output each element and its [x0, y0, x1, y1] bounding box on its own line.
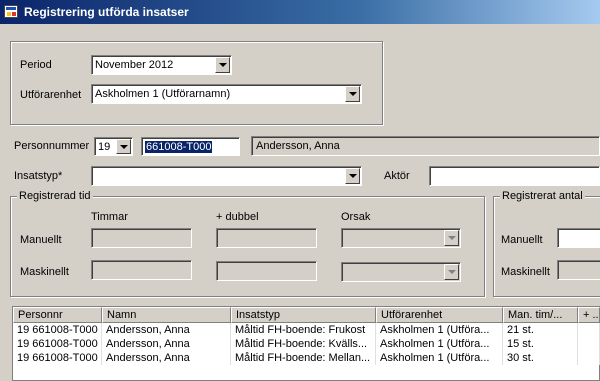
window-title: Registrering utförda insatser	[24, 5, 189, 19]
personnummer-label: Personnummer	[14, 140, 90, 152]
chevron-down-icon	[444, 230, 459, 246]
filter-group	[10, 41, 383, 125]
cell-dubbel	[578, 323, 600, 337]
cell-man-tim: 30 st.	[503, 351, 578, 365]
registrerat-antal-title: Registrerat antal	[500, 190, 585, 202]
antal-manuellt-input[interactable]	[557, 228, 600, 248]
orsak-col-label: Orsak	[341, 211, 371, 223]
cell-personnr: 19 661008-T000	[13, 351, 102, 365]
cell-man-tim: 15 st.	[503, 337, 578, 351]
registrerad-tid-title: Registrerad tid	[17, 190, 93, 202]
personnummer-value: 661008-T000	[145, 141, 213, 153]
antal-maskinellt-label: Maskinellt	[501, 266, 550, 278]
utforarenhet-label: Utförarenhet	[20, 89, 82, 101]
app-icon	[4, 5, 18, 18]
century-dropdown[interactable]: 19	[94, 137, 133, 156]
table-row[interactable]: 19 661008-T000 Andersson, Anna Måltid FH…	[13, 337, 600, 351]
cell-dubbel	[578, 337, 600, 351]
cell-namn: Andersson, Anna	[102, 337, 231, 351]
insatstyp-dropdown[interactable]	[91, 166, 362, 186]
cell-utforarenhet: Askholmen 1 (Utföra...	[376, 337, 503, 351]
century-value: 19	[98, 141, 111, 153]
chevron-down-icon[interactable]	[116, 139, 131, 154]
chevron-down-icon[interactable]	[345, 168, 360, 184]
manuellt-orsak-dropdown	[341, 228, 461, 248]
table-row[interactable]: 19 661008-T000 Andersson, Anna Måltid FH…	[13, 323, 600, 337]
maskinellt-orsak-dropdown	[341, 262, 461, 282]
col-header-namn[interactable]: Namn	[102, 307, 231, 323]
cell-man-tim: 21 st.	[503, 323, 578, 337]
manuellt-dubbel-field	[216, 228, 317, 248]
antal-manuellt-label: Manuellt	[501, 234, 543, 246]
cell-dubbel	[578, 351, 600, 365]
cell-personnr: 19 661008-T000	[13, 323, 102, 337]
cell-namn: Andersson, Anna	[102, 323, 231, 337]
maskinellt-timmar-field	[91, 260, 192, 280]
maskinellt-label: Maskinellt	[20, 266, 69, 278]
maskinellt-dubbel-field	[216, 261, 317, 281]
cell-utforarenhet: Askholmen 1 (Utföra...	[376, 351, 503, 365]
cell-insatstyp: Måltid FH-boende: Kvälls...	[231, 337, 376, 351]
aktor-input[interactable]	[429, 166, 600, 186]
antal-maskinellt-field	[557, 260, 600, 280]
cell-insatstyp: Måltid FH-boende: Frukost	[231, 323, 376, 337]
col-header-man-tim[interactable]: Man. tim/...	[503, 307, 578, 323]
period-value: November 2012	[95, 59, 174, 71]
manuellt-label: Manuellt	[20, 234, 62, 246]
manuellt-timmar-field	[91, 228, 192, 248]
chevron-down-icon[interactable]	[215, 57, 230, 73]
cell-namn: Andersson, Anna	[102, 351, 231, 365]
insatstyp-label: Insatstyp*	[14, 170, 63, 182]
title-bar: Registrering utförda insatser	[0, 0, 600, 24]
col-header-utforarenhet[interactable]: Utförarenhet	[376, 307, 503, 323]
col-header-insatstyp[interactable]: Insatstyp	[231, 307, 376, 323]
dubbel-col-label: + dubbel	[216, 211, 259, 223]
cell-utforarenhet: Askholmen 1 (Utföra...	[376, 323, 503, 337]
chevron-down-icon	[444, 264, 459, 280]
utforarenhet-value: Askholmen 1 (Utförarnamn)	[95, 88, 231, 100]
period-label: Period	[20, 59, 52, 71]
period-dropdown[interactable]: November 2012	[91, 55, 232, 75]
aktor-label: Aktör	[384, 170, 410, 182]
person-name-display: Andersson, Anna	[251, 136, 600, 156]
person-name: Andersson, Anna	[256, 140, 340, 152]
col-header-personnr[interactable]: Personnr	[13, 307, 102, 323]
utforarenhet-dropdown[interactable]: Askholmen 1 (Utförarnamn)	[91, 84, 362, 104]
cell-insatstyp: Måltid FH-boende: Mellan...	[231, 351, 376, 365]
timmar-col-label: Timmar	[91, 211, 128, 223]
chevron-down-icon[interactable]	[345, 86, 360, 102]
cell-personnr: 19 661008-T000	[13, 337, 102, 351]
col-header-dubbel[interactable]: + ...	[578, 307, 600, 323]
personnummer-input[interactable]: 661008-T000	[141, 137, 240, 156]
table-row[interactable]: 19 661008-T000 Andersson, Anna Måltid FH…	[13, 351, 600, 365]
